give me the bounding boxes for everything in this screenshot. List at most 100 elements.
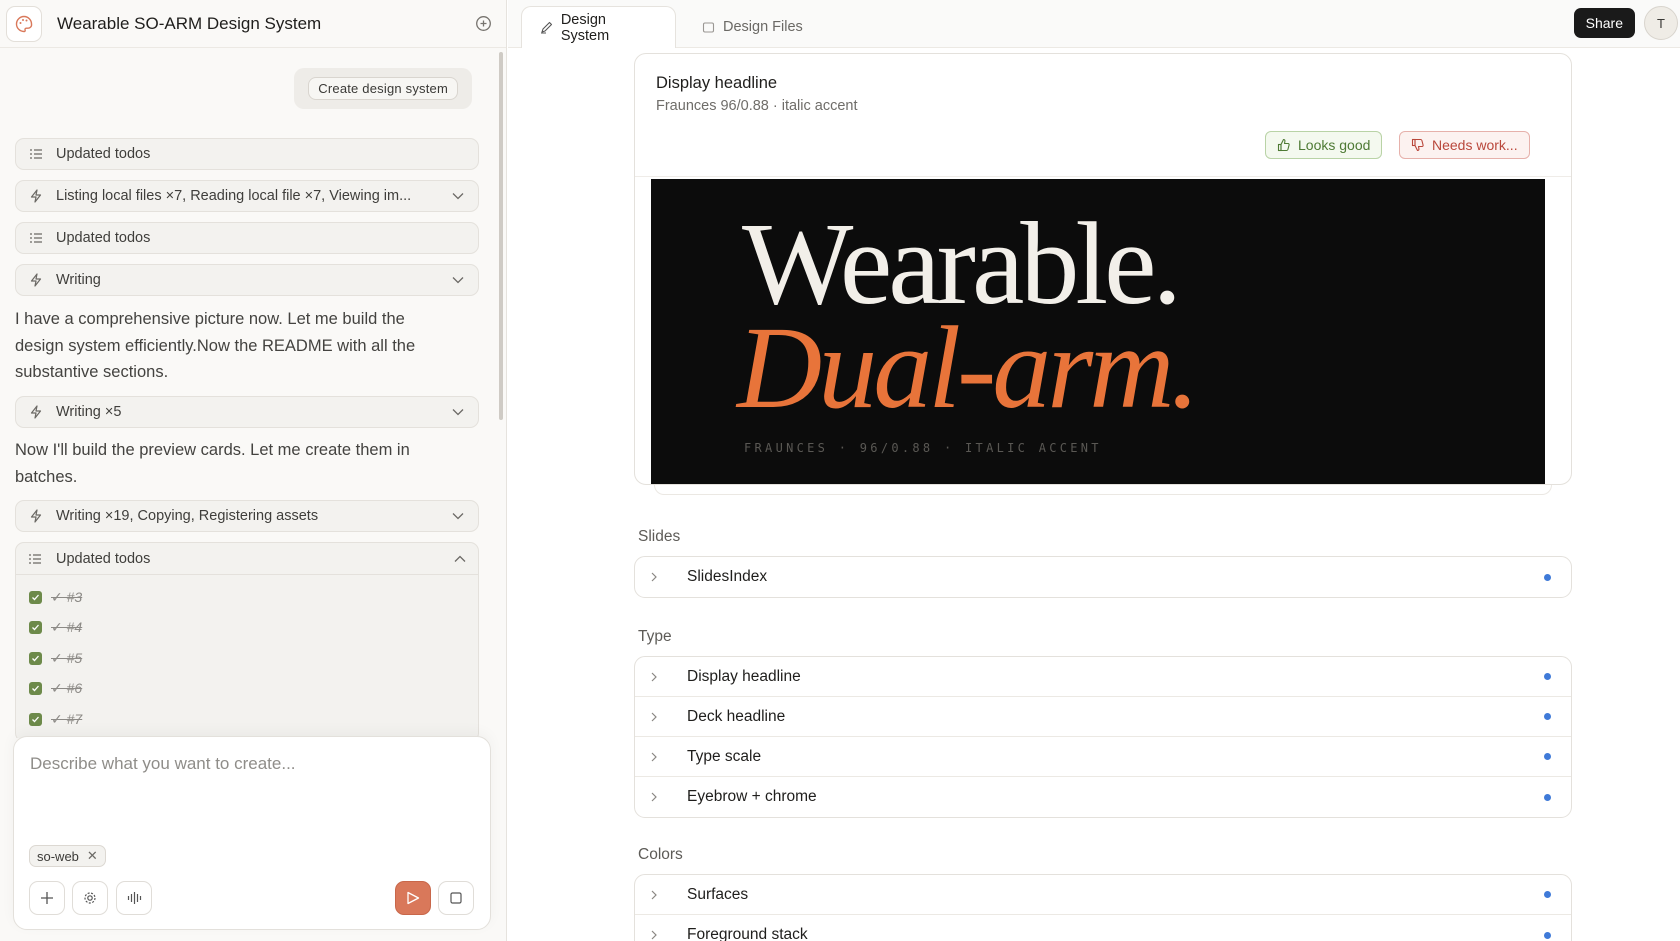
chevron-down-icon[interactable] <box>450 508 466 524</box>
stop-button[interactable] <box>438 881 474 915</box>
tool-row-label: Listing local files ×7, Reading local fi… <box>56 188 412 204</box>
list-item[interactable]: Display headline <box>635 657 1571 697</box>
chevron-right-icon <box>650 711 666 723</box>
chevron-right-icon <box>650 571 666 583</box>
chat-panel: Wearable SO-ARM Design System Create des… <box>0 0 507 941</box>
list-item[interactable]: Type scale <box>635 737 1571 777</box>
preview-eyebrow: FRAUNCES · 96/0.88 · ITALIC ACCENT <box>744 441 1102 455</box>
chat-scrollbar[interactable] <box>499 52 503 420</box>
pen-icon <box>540 21 554 35</box>
chevron-right-icon <box>650 791 666 803</box>
tool-row-label: Updated todos <box>56 230 151 246</box>
chevron-down-icon[interactable] <box>450 404 466 420</box>
design-system-canvas: Display headline Fraunces 96/0.88 · ital… <box>508 49 1680 941</box>
list-item[interactable]: Deck headline <box>635 697 1571 737</box>
list-item-label: Deck headline <box>687 707 786 725</box>
todo-list-header[interactable]: Updated todos <box>16 543 478 575</box>
chevron-down-icon[interactable] <box>450 188 466 204</box>
list-icon <box>28 552 44 566</box>
gear-icon <box>84 892 96 904</box>
prompt-input[interactable]: Describe what you want to create... <box>30 754 296 774</box>
tool-row-updated-todos[interactable]: Updated todos <box>15 138 479 170</box>
card-title: Display headline <box>656 74 778 92</box>
waveform-icon <box>127 892 141 904</box>
preview-card: Display headline Fraunces 96/0.88 · ital… <box>634 53 1572 485</box>
share-button[interactable]: Share <box>1573 8 1635 38</box>
tool-row-label: Writing ×5 <box>56 404 122 420</box>
todo-item: ✓ #3 <box>29 589 82 606</box>
app-title: Wearable SO-ARM Design System <box>57 13 322 33</box>
status-dot <box>1544 673 1551 680</box>
todo-item-label: ✓ #5 <box>51 650 83 666</box>
tool-row-writing-x5[interactable]: Writing ×5 <box>15 396 479 428</box>
context-tag-label: so-web <box>37 848 79 864</box>
avatar[interactable]: T <box>1644 6 1678 40</box>
todo-item: ✓ #6 <box>29 680 82 697</box>
tool-row-label: Updated todos <box>56 146 151 162</box>
plus-icon <box>41 892 53 904</box>
composer: Describe what you want to create... so-w… <box>13 736 491 930</box>
todo-item-label: ✓ #3 <box>51 589 83 605</box>
status-dot <box>1544 931 1551 939</box>
status-dot <box>1544 713 1551 720</box>
chevron-right-icon <box>650 751 666 763</box>
todo-list-label: Updated todos <box>56 550 151 567</box>
voice-button[interactable] <box>116 881 152 915</box>
list-item[interactable]: Foreground stack <box>635 915 1571 941</box>
tab-design-files[interactable]: Design Files <box>684 6 821 48</box>
looks-good-label: Looks good <box>1298 137 1371 153</box>
add-button[interactable] <box>29 881 65 915</box>
send-icon <box>407 891 420 905</box>
tool-row-listing-files[interactable]: Listing local files ×7, Reading local fi… <box>15 180 479 212</box>
tab-label: Design System <box>560 11 610 44</box>
card-divider <box>635 176 1571 177</box>
palette-icon[interactable] <box>6 5 42 42</box>
new-chat-icon[interactable] <box>472 13 494 35</box>
user-message-chip[interactable]: Create design system <box>308 77 458 100</box>
chevron-up-icon[interactable] <box>454 555 466 563</box>
todo-item-label: ✓ #4 <box>51 619 83 635</box>
list-item-label: Display headline <box>687 667 801 685</box>
chat-thread: Create design system Updated todos Listi… <box>0 48 500 738</box>
status-dot <box>1544 573 1551 581</box>
colors-list: Surfaces Foreground stack <box>634 874 1572 941</box>
todo-item: ✓ #4 <box>29 619 82 636</box>
settings-button[interactable] <box>72 881 108 915</box>
chevron-down-icon[interactable] <box>450 272 466 288</box>
checkbox-checked-icon[interactable] <box>29 713 42 726</box>
list-item[interactable]: Eyebrow + chrome <box>635 777 1571 817</box>
remove-tag-icon[interactable]: ✕ <box>87 848 98 864</box>
tool-row-writing-x19[interactable]: Writing ×19, Copying, Registering assets <box>15 500 479 532</box>
chat-header: Wearable SO-ARM Design System <box>0 0 506 48</box>
list-icon <box>28 146 44 162</box>
status-dot <box>1544 793 1551 801</box>
checkbox-checked-icon[interactable] <box>29 682 42 695</box>
status-dot <box>1544 891 1551 898</box>
needs-work-button[interactable]: Needs work... <box>1399 131 1530 159</box>
todo-list-panel: Updated todos ✓ #3 ✓ #4 ✓ #5 ✓ #6 ✓ #7 <box>15 542 479 738</box>
file-icon <box>702 20 716 34</box>
checkbox-checked-icon[interactable] <box>29 621 42 634</box>
square-icon <box>450 892 462 904</box>
bolt-icon <box>28 508 44 524</box>
checkbox-checked-icon[interactable] <box>29 591 42 604</box>
list-item-label: Type scale <box>687 747 762 765</box>
todo-item: ✓ #7 <box>29 711 82 728</box>
tool-row-writing[interactable]: Writing <box>15 264 479 296</box>
list-item[interactable]: Surfaces <box>635 875 1571 915</box>
tab-design-system[interactable]: Design System <box>521 6 676 48</box>
checkbox-checked-icon[interactable] <box>29 652 42 665</box>
tool-row-updated-todos-2[interactable]: Updated todos <box>15 222 479 254</box>
list-item-label: Surfaces <box>687 885 749 903</box>
bolt-icon <box>28 188 44 204</box>
bolt-icon <box>28 272 44 288</box>
looks-good-button[interactable]: Looks good <box>1265 131 1383 159</box>
chevron-right-icon <box>650 889 666 901</box>
needs-work-label: Needs work... <box>1432 137 1518 153</box>
status-dot <box>1544 753 1551 760</box>
send-button[interactable] <box>395 881 431 915</box>
list-item[interactable]: SlidesIndex <box>635 557 1571 597</box>
preview-accent-headline: Dual-arm. <box>737 302 1200 433</box>
slides-list: SlidesIndex <box>634 556 1572 598</box>
assistant-message-2: Now I'll build the preview cards. Let me… <box>15 441 410 486</box>
